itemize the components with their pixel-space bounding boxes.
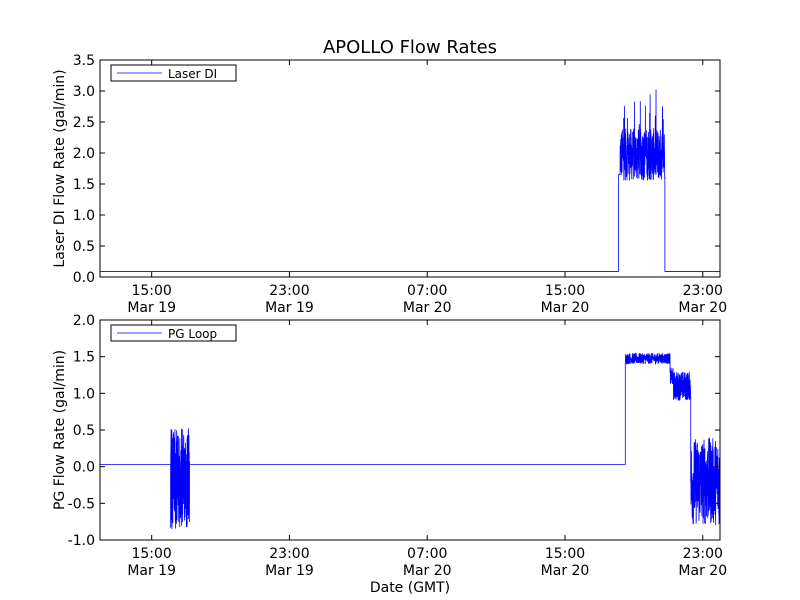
x-tick-label-time: 23:00 [269,546,309,562]
legend: PG Loop [110,324,237,342]
y-tick-label: 3.0 [73,84,95,100]
x-tick-label-date: Mar 20 [678,563,727,579]
x-tick-label-time: 23:00 [683,283,723,299]
x-tick-label-date: Mar 19 [127,563,176,579]
y-tick-label: 2.5 [73,115,95,131]
y-tick-label: 3.5 [73,53,95,69]
y-tick-label: 0.5 [73,239,95,255]
x-tick-label-date: Mar 20 [678,300,727,316]
x-tick-label-date: Mar 19 [265,300,314,316]
x-tick-label-time: 07:00 [407,546,447,562]
x-tick-label-date: Mar 20 [541,300,590,316]
figure-title: APOLLO Flow Rates [323,37,497,58]
x-tick-label-time: 15:00 [131,283,171,299]
y-tick-label: 2.0 [73,313,95,329]
y-tick-label: 0.5 [73,423,95,439]
y-tick-label: 0.0 [73,460,95,476]
x-tick-label-date: Mar 20 [403,563,452,579]
x-tick-label-time: 23:00 [683,546,723,562]
x-tick-label-time: 07:00 [407,283,447,299]
y-tick-label: 1.0 [73,386,95,402]
y-tick-label: 1.5 [73,177,95,193]
y-axis-label: PG Flow Rate (gal/min) [52,350,68,510]
x-tick-label-time: 23:00 [269,283,309,299]
legend-label: PG Loop [168,327,217,341]
x-axis-label: Date (GMT) [370,580,450,596]
x-tick-label-time: 15:00 [131,546,171,562]
x-tick-label-date: Mar 19 [127,300,176,316]
y-tick-label: -0.5 [68,496,95,512]
x-tick-label-time: 15:00 [545,283,585,299]
x-tick-label-date: Mar 20 [541,563,590,579]
x-tick-label-date: Mar 20 [403,300,452,316]
y-tick-label: 2.0 [73,146,95,162]
x-tick-label-date: Mar 19 [265,563,314,579]
figure: APOLLO Flow Rates 0.0 0.5 1.0 1.5 2.0 2.5 3.0 3… [0,0,800,600]
legend: Laser DI [110,64,237,82]
y-tick-label: -1.0 [68,533,95,549]
y-tick-label: 0.0 [73,270,95,286]
y-tick-label: 1.0 [73,208,95,224]
x-tick-label-time: 15:00 [545,546,585,562]
y-axis-label: Laser DI Flow Rate (gal/min) [52,69,68,267]
y-tick-label: 1.5 [73,350,95,366]
legend-label: Laser DI [168,67,217,81]
